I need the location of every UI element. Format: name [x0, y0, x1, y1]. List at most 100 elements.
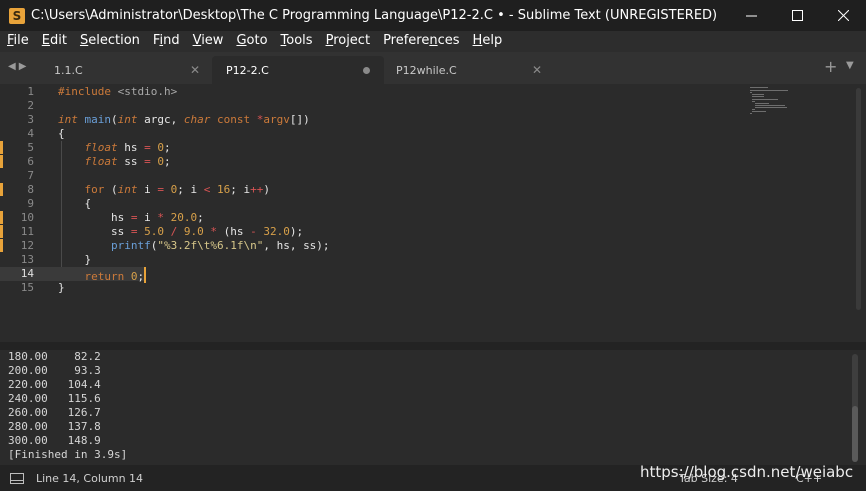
panel-divider[interactable]	[0, 342, 866, 350]
tab-p12while-c[interactable]: P12while.C ✕	[382, 56, 554, 84]
code-line[interactable]	[58, 99, 330, 113]
code-token: ; i	[230, 183, 251, 196]
line-number: 6	[27, 155, 34, 168]
tab-next-icon[interactable]: ▶	[19, 61, 30, 72]
code-line[interactable]: for (int i = 0; i < 16; i++)	[58, 183, 330, 197]
code-token: {	[58, 127, 65, 140]
minimize-icon[interactable]	[728, 0, 774, 31]
menu-item-goto[interactable]: Goto	[229, 31, 273, 52]
code-token: 32.0	[263, 225, 290, 238]
code-line[interactable]: return 0;	[58, 267, 330, 283]
minimap[interactable]	[746, 86, 806, 114]
menu-text: ces	[437, 33, 460, 48]
menu-item-tools[interactable]: Tools	[274, 31, 319, 52]
code-token: ;	[164, 155, 171, 168]
line-number: 13	[20, 253, 34, 266]
modified-line-marker	[0, 141, 3, 154]
menu-item-edit[interactable]: Edit	[35, 31, 73, 52]
text-cursor	[144, 267, 147, 283]
code-token: "%3.2f\t%6.1f\n"	[157, 239, 264, 252]
code-token: i	[137, 183, 158, 196]
tab-close-icon[interactable]: ✕	[190, 63, 200, 77]
output-line: 220.00 104.4	[8, 378, 101, 391]
code-token: 16	[217, 183, 231, 196]
line-number: 8	[27, 183, 34, 196]
build-output-panel[interactable]: 180.00 82.2 200.00 93.3 220.00 104.4 240.00…	[0, 350, 866, 465]
output-line: [Finished in 3.9s]	[8, 448, 128, 461]
code-token: printf	[110, 239, 151, 252]
menu-item-view[interactable]: View	[186, 31, 230, 52]
output-line: 280.00 137.8	[8, 420, 101, 433]
output-scrollbar-thumb[interactable]	[852, 406, 858, 462]
code-line[interactable]: printf("%3.2f\t%6.1f\n", hs, ss);	[58, 239, 330, 253]
code-token: *	[157, 211, 164, 224]
code-token: hs	[117, 141, 145, 154]
panel-toggle-icon[interactable]	[10, 472, 24, 484]
code-token: *	[210, 225, 217, 238]
code-line[interactable]: {	[58, 127, 330, 141]
code-editor[interactable]: 1 2 3 4 5 6 7 8 9 10 11 12 13 14 15 #include <stdio.h>…	[0, 84, 866, 342]
code-line[interactable]: hs = i * 20.0;	[58, 211, 330, 225]
menu-item-selection[interactable]: Selection	[73, 31, 146, 52]
menu-mnemonic: H	[472, 33, 483, 48]
code-line[interactable]: float ss = 0;	[58, 155, 330, 169]
code-line[interactable]	[58, 169, 330, 183]
unsaved-dot-icon	[363, 67, 370, 74]
code-token: int	[117, 183, 138, 196]
maximize-icon[interactable]	[774, 0, 820, 31]
menu-item-file[interactable]: File	[0, 31, 35, 52]
code-token: <stdio.h>	[117, 85, 178, 98]
modified-line-marker	[0, 183, 3, 196]
menu-text: ools	[286, 33, 313, 48]
output-line: 300.00 148.9	[8, 434, 101, 447]
code-line[interactable]: int main(int argc, char const *argv[])	[58, 113, 330, 127]
tab-menu-icon[interactable]: ▼	[846, 60, 854, 71]
modified-line-marker	[0, 239, 3, 252]
editor-scrollbar-thumb[interactable]	[856, 88, 861, 310]
tab-prev-icon[interactable]: ◀	[8, 61, 19, 72]
code-token: return	[84, 270, 125, 283]
code-line[interactable]: #include <stdio.h>	[58, 85, 330, 99]
code-token: 20.0	[170, 211, 198, 224]
code-token: ; i	[177, 183, 204, 196]
output-line: 240.00 115.6	[8, 392, 101, 405]
tab-close-icon[interactable]: ✕	[532, 63, 542, 77]
menu-item-project[interactable]: Project	[319, 31, 377, 52]
code-line[interactable]: {	[58, 197, 330, 211]
menu-text: ile	[13, 33, 29, 48]
new-tab-icon[interactable]: +	[824, 57, 837, 76]
modified-line-marker	[0, 225, 3, 238]
code-line[interactable]: }	[58, 281, 330, 295]
code-token: ++	[250, 183, 264, 196]
menu-text: election	[88, 33, 140, 48]
menu-item-preferences[interactable]: Preferences	[376, 31, 465, 52]
code-line[interactable]: ss = 5.0 / 9.0 * (hs - 32.0);	[58, 225, 330, 239]
line-number: 3	[27, 113, 34, 126]
code-token: }	[58, 253, 92, 266]
line-number: 15	[20, 281, 34, 294]
code-token: =	[144, 155, 151, 168]
menu-item-find[interactable]: Find	[146, 31, 186, 52]
code-token: =	[157, 183, 164, 196]
line-number: 12	[20, 239, 34, 252]
line-number: 9	[27, 197, 34, 210]
code-token: -	[250, 225, 257, 238]
tab-strip: ◀▶ 1.1.C ✕ P12-2.C P12while.C ✕ + ▼	[0, 52, 866, 84]
code-line[interactable]: float hs = 0;	[58, 141, 330, 155]
code-token: ;	[164, 141, 171, 154]
modified-line-marker	[0, 155, 3, 168]
code-token: {	[58, 197, 92, 210]
tab-nav-arrows[interactable]: ◀▶	[8, 61, 29, 72]
watermark-text: https://blog.csdn.net/weiabc	[640, 463, 854, 481]
close-icon[interactable]	[820, 0, 866, 31]
tab-1-1-c[interactable]: 1.1.C ✕	[40, 56, 212, 84]
tab-p12-2-c[interactable]: P12-2.C	[212, 56, 384, 84]
menu-item-help[interactable]: Help	[466, 31, 509, 52]
code-line[interactable]: }	[58, 253, 330, 267]
code-text[interactable]: #include <stdio.h> int main(int argc, cha…	[58, 84, 330, 295]
